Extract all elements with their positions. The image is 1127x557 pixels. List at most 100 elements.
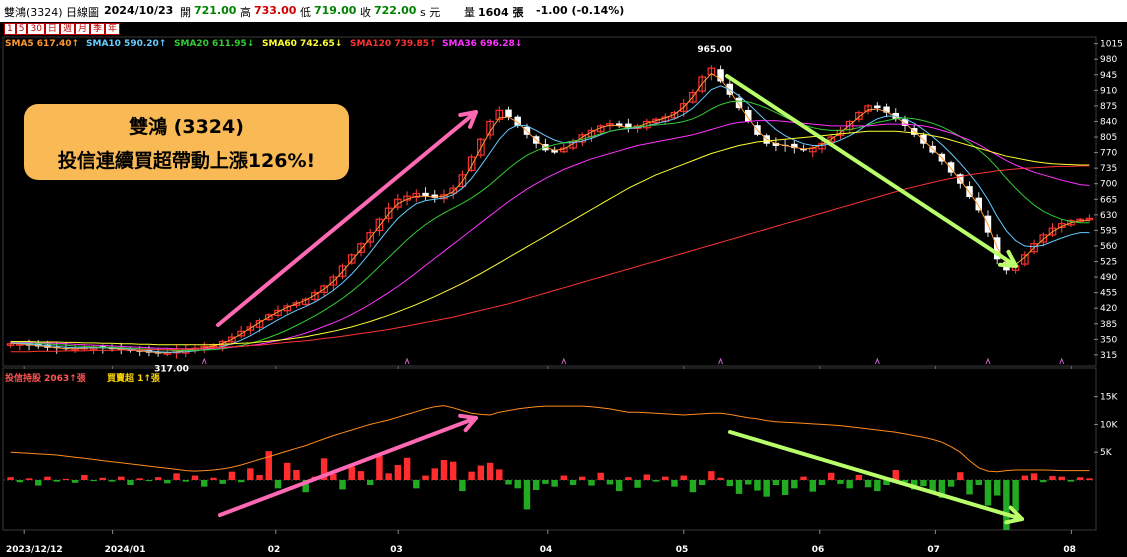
price-tick-label: 735 [1100,164,1117,174]
netbuy-bar [191,475,199,480]
price-tick-label: 910 [1100,86,1117,96]
price-tick-label: 385 [1100,320,1117,330]
netbuy-bar [422,475,429,480]
netbuy-bar [781,480,789,495]
netbuy-bar [800,476,807,480]
netbuy-bar [385,473,392,480]
netbuy-bar [579,476,586,480]
price-tick-label: 595 [1100,226,1117,236]
netbuy-bar [357,471,365,480]
netbuy-bar [634,480,641,488]
netbuy-bar [652,480,660,482]
netbuy-bar [560,475,568,480]
netbuy-bar [809,480,817,492]
netbuy-bar [966,480,973,495]
netbuy-bar [523,480,531,510]
netbuy-bar [984,480,992,506]
volume-tick-label: 10K [1100,420,1118,430]
netbuy-bar [680,475,687,480]
netbuy-bar [293,470,300,480]
netbuy-bar [689,480,697,493]
low-annotation: 317.00 [154,365,189,375]
candle-body [505,109,512,118]
netbuy-bar [62,478,70,480]
netbuy-bar [127,480,134,485]
netbuy-bar [615,480,623,492]
netbuy-bar [606,480,614,485]
netbuy-bar [717,477,724,480]
netbuy-bar [25,478,33,480]
netbuy-bar [44,476,51,480]
netbuy-bar [136,478,143,480]
netbuy-bar [118,476,125,480]
candle-body [874,105,881,109]
event-marker [985,357,991,365]
netbuy-bar [1058,476,1065,480]
candle-body [735,97,743,109]
annotation-title: 雙鴻 (3324) [129,116,244,138]
price-panel-frame [2,36,1097,367]
netbuy-bar [957,472,964,480]
netbuy-bar [35,480,42,486]
netbuy-bar [855,475,863,480]
volume-tick-label: 15K [1100,393,1118,403]
netbuy-bar [846,480,853,489]
netbuy-bar [662,476,669,480]
netbuy-bar [726,480,734,487]
x-tick-label: 04 [540,545,553,555]
x-tick-label: 08 [1063,545,1076,555]
volume-panel-frame [2,367,1097,531]
netbuy-bar [154,477,162,480]
netbuy-bar [864,480,872,488]
netbuy-bar [551,480,558,487]
candle-body [422,192,429,197]
netbuy-bar [219,480,226,484]
price-tick-label: 560 [1100,242,1117,252]
netbuy-bar [366,480,374,485]
netbuy-bar [1086,478,1093,480]
netbuy-bar [588,480,595,486]
price-tick-label: 525 [1100,258,1117,268]
netbuy-bar [459,480,466,492]
down-trend-arrow-price-shaft [725,74,1018,268]
netbuy-bar [348,466,355,480]
netbuy-bar [201,480,208,487]
event-marker [718,357,724,365]
netbuy-bar [449,461,457,480]
down-trend-arrow-volume-shaft [728,430,1024,521]
x-tick-label: 02 [268,545,281,555]
netbuy-bar [837,480,844,484]
price-tick-label: 840 [1100,117,1117,127]
netbuy-bar [993,480,1001,496]
candle-body [745,109,752,122]
netbuy-bar [247,468,254,480]
netbuy-bar [1067,480,1075,482]
high-annotation: 965.00 [697,45,732,55]
netbuy-bar [339,480,346,490]
price-tick-label: 980 [1100,55,1117,65]
annotation-text: 投信連續買超帶動上漲126%! [57,150,316,172]
netbuy-bar [274,480,282,489]
x-tick-label: 06 [812,545,825,555]
event-marker [874,357,880,365]
sma120-line [10,165,1090,353]
netbuy-bar [708,471,715,480]
netbuy-bar [754,480,761,491]
netbuy-bar [735,480,743,494]
netbuy-bar [975,480,982,485]
volume-tick-label: 5K [1100,448,1113,458]
netbuy-bar [394,465,402,480]
netbuy-bar [569,480,577,485]
netbuy-bar [71,480,79,483]
price-tick-label: 420 [1100,304,1117,314]
holding-line [10,405,1090,473]
price-tick-label: 490 [1100,273,1117,283]
netbuy-bar [625,477,632,480]
netbuy-bar [486,462,494,480]
netbuy-bar [376,456,383,480]
x-tick-label: 05 [676,545,689,555]
netbuy-bar [827,472,835,480]
netbuy-bar [745,480,752,485]
event-marker [404,357,410,365]
netbuy-bar [698,480,706,485]
